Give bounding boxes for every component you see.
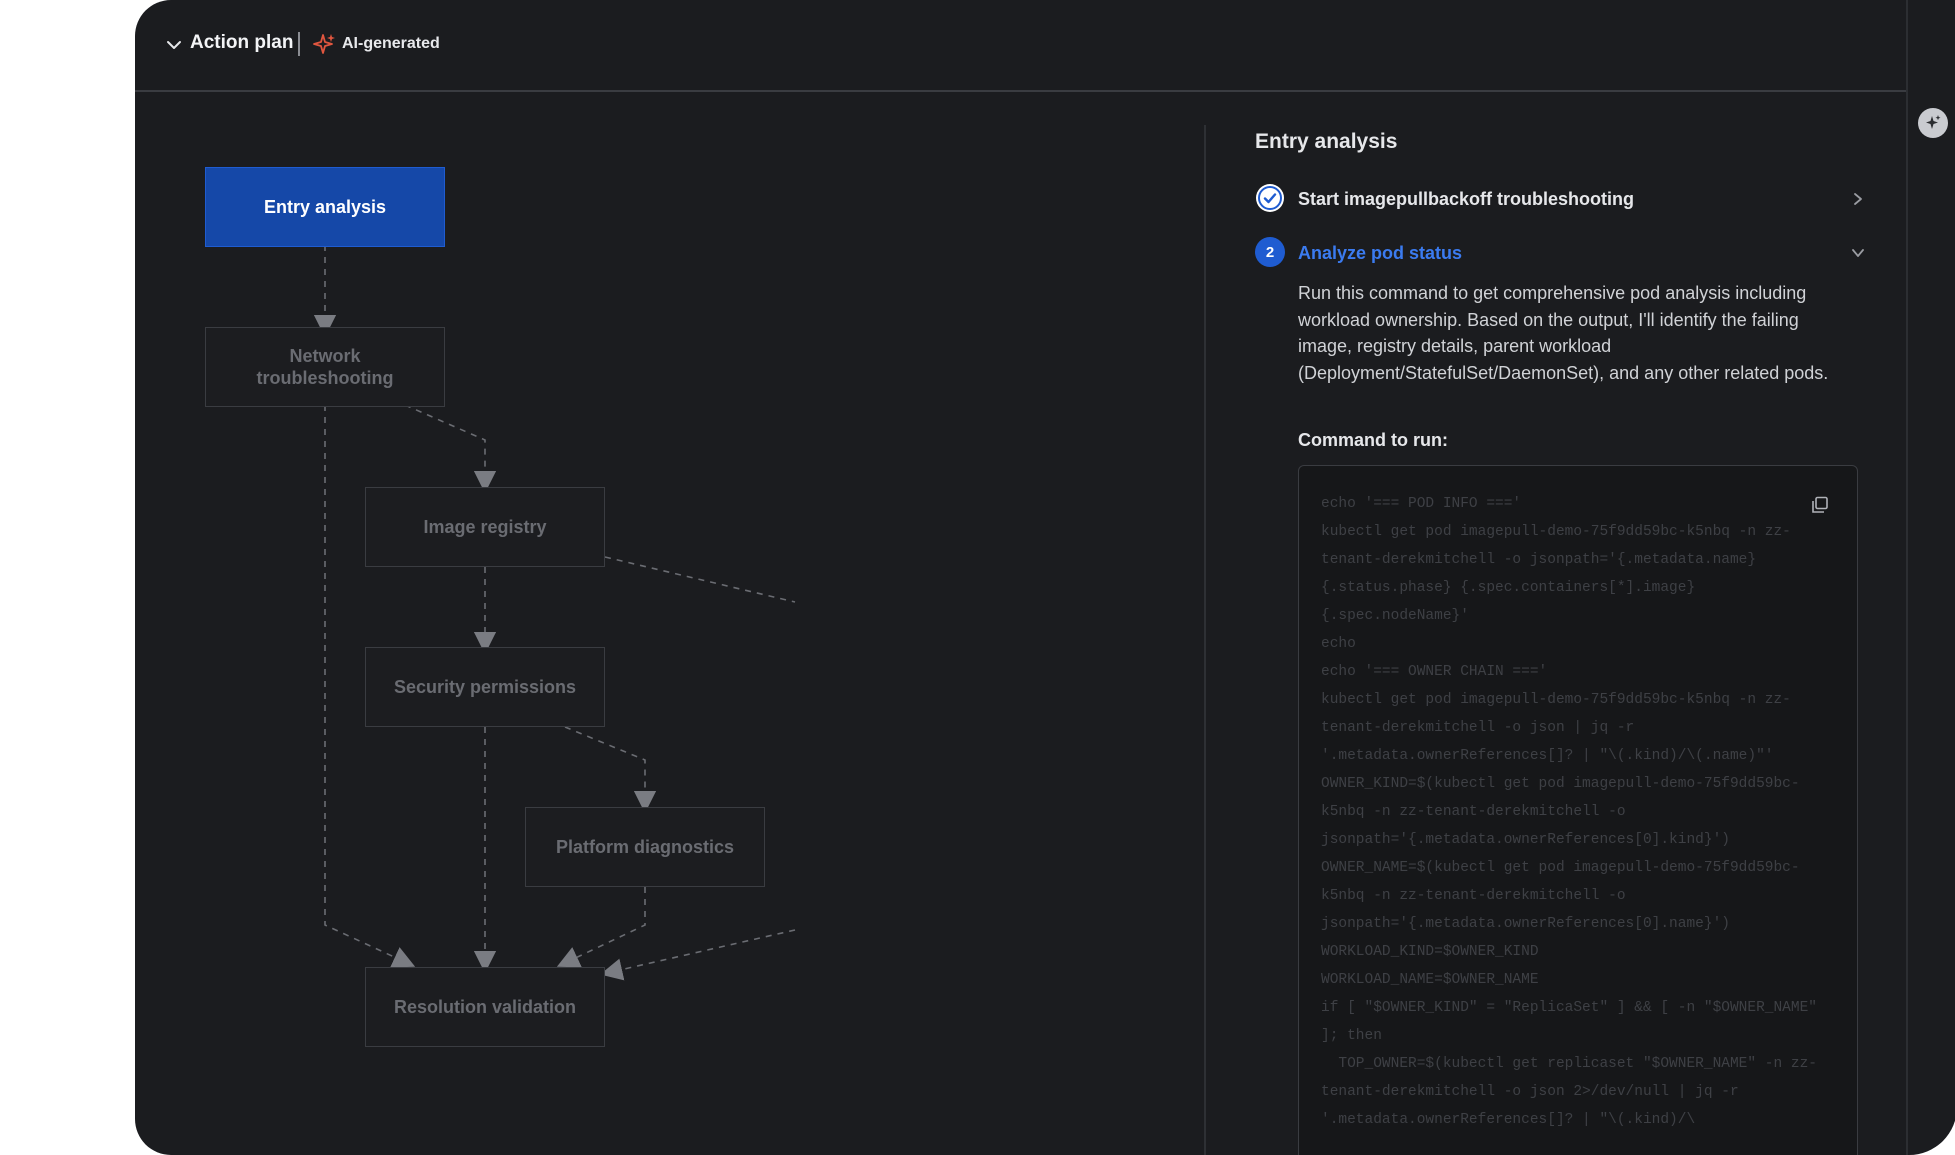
flow-node-label: Network troubleshooting — [256, 346, 394, 388]
command-code-block[interactable]: echo '=== POD INFO ===' kubectl get pod … — [1298, 465, 1858, 1155]
flow-node-label: Security permissions — [393, 677, 577, 697]
flow-node-label: Entry analysis — [263, 197, 387, 217]
check-circle-icon — [1256, 184, 1284, 212]
connector-network-image — [404, 404, 497, 494]
connector-offscreen-resolution — [600, 929, 796, 981]
step-label: Analyze pod status — [1298, 243, 1463, 263]
right-side-rail — [1906, 0, 1955, 1155]
action-plan-title[interactable]: Action plan — [190, 32, 293, 54]
flow-node-security-permissions[interactable]: Security permissions — [365, 647, 605, 727]
step-number-badge: 2 — [1255, 237, 1285, 267]
command-label: Command to run: — [1298, 430, 1448, 450]
sparkle-icon — [1926, 115, 1941, 129]
step-item-completed[interactable]: Start imagepullbackoff troubleshooting — [1255, 183, 1875, 215]
action-plan-window: Action plan AI-generated Entry analysis … — [135, 0, 1906, 1155]
chevron-down-icon[interactable] — [165, 36, 183, 54]
flow-node-label: Image registry — [423, 517, 547, 537]
copy-icon[interactable] — [1811, 496, 1829, 514]
connector-image-offscreen — [604, 556, 796, 603]
flow-node-resolution-validation[interactable]: Resolution validation — [365, 967, 605, 1047]
ai-assistant-button[interactable] — [1918, 108, 1948, 138]
panel-divider — [1204, 125, 1206, 1155]
action-plan-header: Action plan AI-generated — [135, 0, 1906, 92]
flow-node-label: Resolution validation — [393, 997, 576, 1017]
connector-security-platform — [564, 726, 657, 814]
flow-connectors — [313, 245, 796, 981]
flow-node-entry-analysis[interactable]: Entry analysis — [205, 167, 445, 247]
step-item-current[interactable]: 2 Analyze pod status — [1255, 237, 1875, 269]
chevron-right-icon[interactable] — [1850, 191, 1866, 207]
flow-node-image-registry[interactable]: Image registry — [365, 487, 605, 567]
ai-generated-badge: AI-generated — [342, 35, 440, 52]
flow-node-label: Platform diagnostics — [555, 837, 735, 857]
header-divider — [298, 32, 300, 56]
flow-node-platform-diagnostics[interactable]: Platform diagnostics — [525, 807, 765, 887]
ai-sparkle-icon — [313, 34, 335, 54]
connector-platform-resolution — [556, 887, 646, 968]
step-description: Run this command to get comprehensive po… — [1298, 283, 1829, 383]
flow-diagram: Entry analysis Network troubleshooting I… — [135, 90, 1204, 1155]
step-label: Start imagepullbackoff troubleshooting — [1298, 189, 1635, 209]
flow-node-network-troubleshooting[interactable]: Network troubleshooting — [205, 327, 445, 407]
chevron-down-icon[interactable] — [1850, 245, 1866, 261]
panel-title: Entry analysis — [1255, 130, 1398, 153]
command-code[interactable]: echo '=== POD INFO ===' kubectl get pod … — [1321, 490, 1821, 1134]
